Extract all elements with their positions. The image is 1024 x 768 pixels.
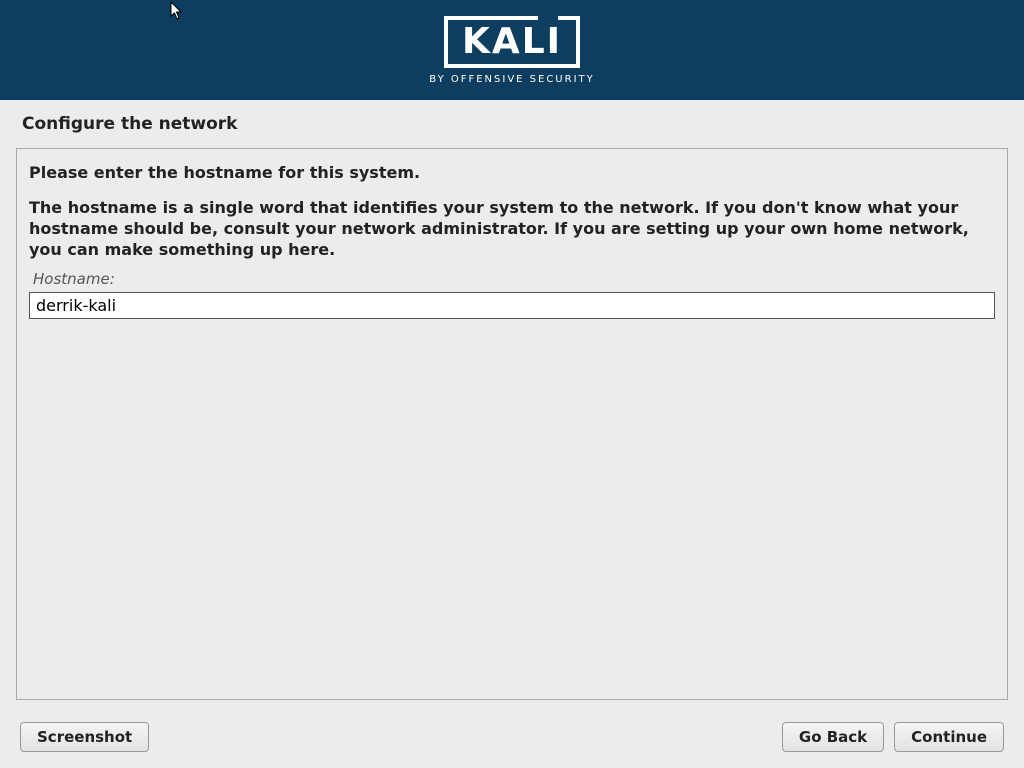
kali-logo: KALI BY OFFENSIVE SECURITY [429, 16, 595, 85]
content-frame: Please enter the hostname for this syste… [16, 148, 1008, 700]
prompt-text: Please enter the hostname for this syste… [29, 163, 995, 182]
continue-button[interactable]: Continue [894, 722, 1004, 752]
go-back-button[interactable]: Go Back [782, 722, 884, 752]
page-title: Configure the network [0, 100, 1024, 144]
footer-right: Go Back Continue [782, 722, 1004, 752]
hostname-label: Hostname: [33, 270, 995, 288]
kali-logo-frame: KALI [444, 16, 580, 68]
description-text: The hostname is a single word that ident… [29, 198, 995, 260]
header-banner: KALI BY OFFENSIVE SECURITY [0, 0, 1024, 100]
screenshot-button[interactable]: Screenshot [20, 722, 149, 752]
kali-logo-subtext: BY OFFENSIVE SECURITY [429, 74, 595, 85]
hostname-input[interactable] [29, 292, 995, 319]
cursor-icon [170, 2, 184, 20]
kali-logo-text: KALI [462, 24, 562, 60]
footer-bar: Screenshot Go Back Continue [20, 722, 1004, 752]
